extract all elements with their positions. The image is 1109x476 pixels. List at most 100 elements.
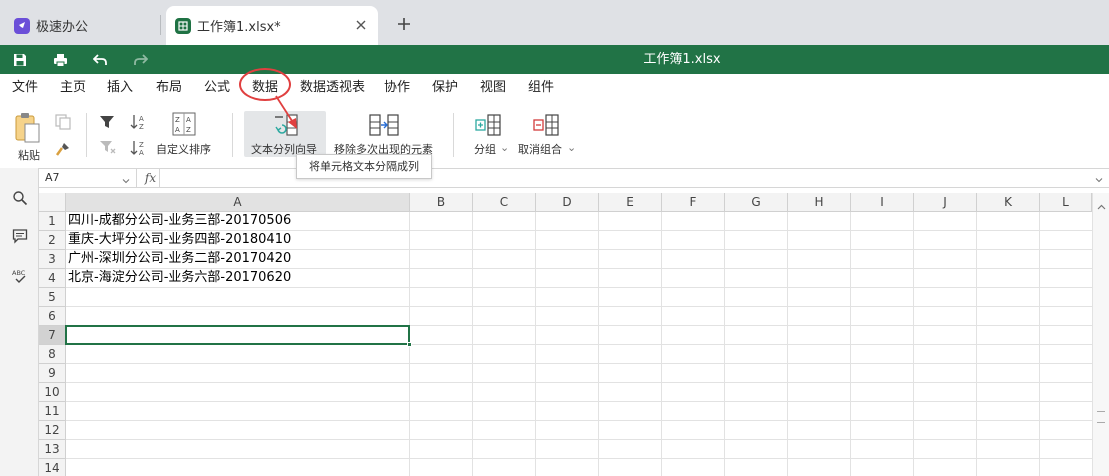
- row-header-selected[interactable]: 7: [39, 326, 66, 345]
- chevron-down-icon[interactable]: ⌄: [567, 141, 576, 154]
- menu-file[interactable]: 文件: [12, 78, 38, 98]
- spellcheck-icon: ABC: [12, 269, 26, 283]
- comment-icon: [12, 229, 28, 244]
- document-title: 工作簿1.xlsx: [643, 52, 721, 67]
- row-header[interactable]: 14: [39, 459, 66, 476]
- scroll-up-icon[interactable]: [1097, 199, 1106, 213]
- new-tab-button[interactable]: [394, 14, 414, 34]
- menu-layout[interactable]: 布局: [156, 78, 182, 98]
- svg-text:A: A: [186, 116, 191, 124]
- cell-a3[interactable]: 广州-深圳分公司-业务二部-20170420: [68, 249, 291, 268]
- row-header[interactable]: 13: [39, 440, 66, 459]
- chevron-down-icon[interactable]: ⌄: [500, 141, 509, 154]
- column-header-k[interactable]: K: [977, 193, 1040, 212]
- column-header-g[interactable]: G: [725, 193, 788, 212]
- comments-button[interactable]: [10, 226, 30, 246]
- column-header-b[interactable]: B: [410, 193, 473, 212]
- menu-pivot-table[interactable]: 数据透视表: [300, 78, 365, 98]
- remove-duplicates-icon: [369, 114, 399, 136]
- search-button[interactable]: [10, 188, 30, 208]
- column-header-i[interactable]: I: [851, 193, 914, 212]
- column-header-a[interactable]: A: [66, 193, 410, 212]
- column-header-l[interactable]: L: [1040, 193, 1092, 212]
- group-icon: [475, 114, 501, 136]
- row-header[interactable]: 9: [39, 364, 66, 383]
- insert-function-button[interactable]: fx: [142, 169, 160, 187]
- menu-protect[interactable]: 保护: [432, 78, 458, 98]
- cell-a2[interactable]: 重庆-大坪分公司-业务四部-20180410: [68, 230, 291, 249]
- column-header-f[interactable]: F: [662, 193, 725, 212]
- row-header[interactable]: 11: [39, 402, 66, 421]
- sort-descending-button[interactable]: ZA: [130, 139, 148, 160]
- sort-ascending-button[interactable]: AZ: [130, 113, 148, 134]
- sort-descending-icon: ZA: [130, 141, 144, 157]
- ungroup-icon: [533, 114, 559, 136]
- menu-insert[interactable]: 插入: [107, 78, 133, 98]
- paste-button[interactable]: [14, 112, 42, 147]
- custom-sort-icon: Z AA Z: [172, 112, 196, 136]
- group-button[interactable]: [474, 113, 502, 140]
- name-box[interactable]: A7: [39, 169, 137, 187]
- fill-handle[interactable]: [407, 342, 412, 347]
- copy-button[interactable]: [55, 114, 71, 133]
- remove-duplicates-button[interactable]: [369, 113, 399, 140]
- custom-sort-label: 自定义排序: [156, 143, 211, 156]
- tab-app-home[interactable]: 极速办公: [6, 6, 158, 45]
- scroll-grip[interactable]: [1097, 411, 1105, 423]
- column-header-e[interactable]: E: [599, 193, 662, 212]
- filter-button[interactable]: [99, 114, 115, 133]
- selected-cell-a7[interactable]: [65, 325, 410, 345]
- clear-filter-button[interactable]: [99, 139, 117, 158]
- redo-button[interactable]: [130, 50, 150, 70]
- column-header-c[interactable]: C: [473, 193, 536, 212]
- cell-a4[interactable]: 北京-海淀分公司-业务六部-20170620: [68, 268, 291, 287]
- close-icon[interactable]: [354, 18, 368, 32]
- custom-sort-button[interactable]: ZAAZ: [172, 112, 196, 139]
- spreadsheet-icon: [175, 17, 191, 34]
- svg-text:Z: Z: [186, 126, 191, 134]
- chevron-down-icon[interactable]: [1095, 173, 1103, 187]
- row-header[interactable]: 6: [39, 307, 66, 326]
- menu-collaborate[interactable]: 协作: [384, 78, 410, 98]
- group-label: 分组: [474, 143, 496, 156]
- chevron-down-icon[interactable]: [122, 173, 130, 191]
- row-header[interactable]: 12: [39, 421, 66, 440]
- row-header[interactable]: 2: [39, 231, 66, 250]
- print-button[interactable]: [50, 50, 70, 70]
- menu-components[interactable]: 组件: [528, 78, 554, 98]
- paste-icon: [15, 113, 40, 143]
- column-header-j[interactable]: J: [914, 193, 977, 212]
- spreadsheet-grid: A B C D E F G H I J K L 1 2 3 4 5 6 7 8 …: [39, 193, 1092, 476]
- column-header-h[interactable]: H: [788, 193, 851, 212]
- cell-a1[interactable]: 四川-成都分公司-业务三部-20170506: [68, 211, 291, 230]
- menu-formula[interactable]: 公式: [204, 78, 230, 98]
- vertical-scrollbar[interactable]: [1092, 193, 1109, 476]
- menu-home[interactable]: 主页: [60, 78, 86, 98]
- tab-workbook[interactable]: 工作簿1.xlsx*: [166, 6, 378, 45]
- left-sidebar: ABC: [0, 168, 39, 476]
- name-box-value: A7: [45, 171, 60, 184]
- spellcheck-button[interactable]: ABC: [10, 266, 30, 286]
- row-header[interactable]: 5: [39, 288, 66, 307]
- undo-button[interactable]: [90, 50, 110, 70]
- app-logo-icon: [14, 17, 30, 34]
- ungroup-button[interactable]: [532, 113, 560, 140]
- format-painter-button[interactable]: [55, 141, 71, 160]
- ungroup-label: 取消组合: [518, 143, 562, 156]
- row-header[interactable]: 4: [39, 269, 66, 288]
- column-header-d[interactable]: D: [536, 193, 599, 212]
- text-to-columns-tooltip: 将单元格文本分隔成列: [296, 154, 432, 179]
- row-header[interactable]: 8: [39, 345, 66, 364]
- row-header[interactable]: 3: [39, 250, 66, 269]
- sort-ascending-icon: AZ: [130, 115, 144, 131]
- formula-bar: A7 fx: [39, 168, 1109, 188]
- row-header[interactable]: 10: [39, 383, 66, 402]
- menu-bar: 文件 主页 插入 布局 公式 数据 数据透视表 协作 保护 视图 组件: [0, 74, 1109, 101]
- title-tab-bar: 极速办公 工作簿1.xlsx*: [0, 0, 1109, 45]
- select-all-corner[interactable]: [39, 193, 66, 212]
- row-header[interactable]: 1: [39, 212, 66, 231]
- ribbon-divider: [86, 113, 87, 157]
- save-button[interactable]: [10, 50, 30, 70]
- menu-view[interactable]: 视图: [480, 78, 506, 98]
- svg-text:Z: Z: [175, 116, 180, 124]
